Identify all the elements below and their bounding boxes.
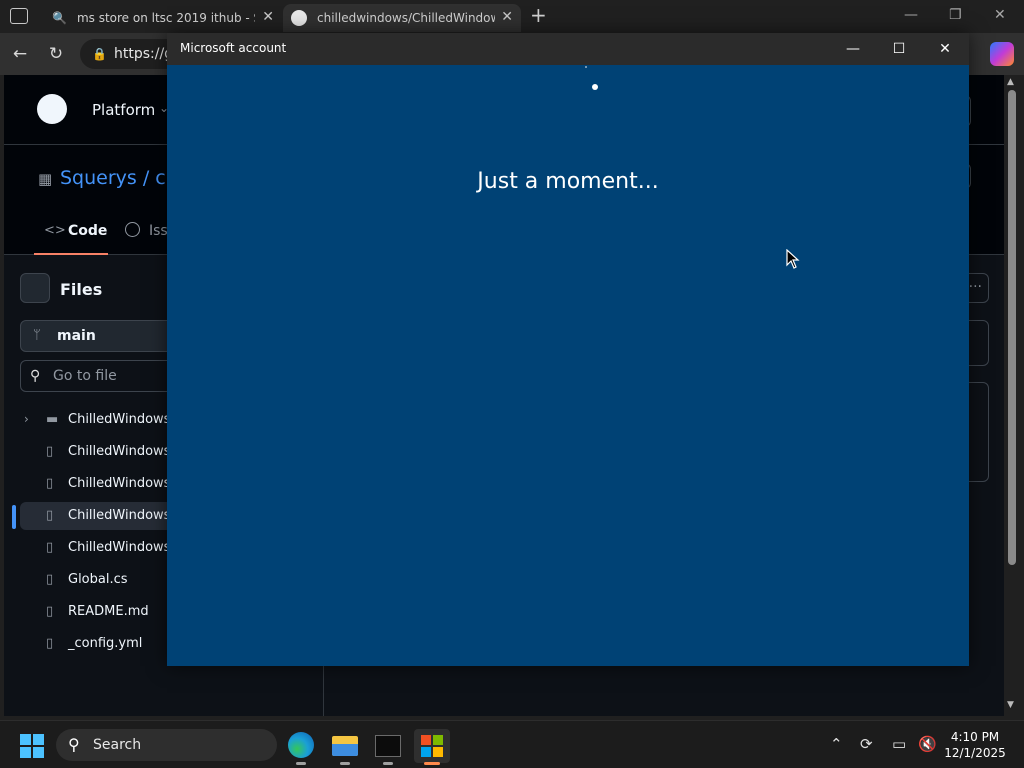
url-text: https://g <box>114 46 174 62</box>
edge-icon[interactable] <box>283 729 319 765</box>
search-icon: ⚲ <box>30 368 41 384</box>
branch-name: main <box>57 328 96 344</box>
microsoft-account-dialog: Microsoft account — ☐ ✕ Just a moment... <box>167 33 969 666</box>
close-tab-icon[interactable]: ✕ <box>262 9 274 25</box>
file-tree-item[interactable]: ▬ ChilledWindows <box>44 406 170 434</box>
taskbar: ⚲ Search ⌃ ⟳ ▭ 🔇 4:10 PM 12/1/2025 <box>0 720 1024 768</box>
repo-icon: ▦ <box>38 170 53 188</box>
file-tree-item[interactable]: ▯ ChilledWindows <box>44 502 170 530</box>
issues-icon <box>125 222 140 237</box>
close-window-icon[interactable]: ✕ <box>994 7 1006 23</box>
file-name: ChilledWindows <box>68 508 171 523</box>
file-name: _config.yml <box>68 636 143 651</box>
minimize-icon[interactable]: — <box>904 7 918 23</box>
close-tab-icon[interactable]: ✕ <box>501 9 513 25</box>
search-icon: ⚲ <box>68 735 80 754</box>
back-icon[interactable]: ← <box>7 41 33 67</box>
network-icon[interactable]: ▭ <box>892 735 906 753</box>
volume-muted-icon[interactable]: 🔇 <box>918 735 937 753</box>
clock-date: 12/1/2025 <box>944 746 1006 760</box>
tab-title: ms store on ltsc 2019 ithub - Sear <box>76 11 255 25</box>
code-icon: <> <box>44 223 66 238</box>
browser-tab-bar: 🔍 ms store on ltsc 2019 ithub - Sear ✕ c… <box>0 0 1024 33</box>
loading-dot-icon <box>585 66 587 68</box>
file-explorer-icon[interactable] <box>327 729 363 765</box>
restore-icon[interactable]: ❐ <box>949 7 962 23</box>
taskbar-search-label: Search <box>93 737 142 753</box>
repo-title[interactable]: Squerys / ch <box>60 167 178 189</box>
chevron-right-icon[interactable]: › <box>24 412 29 426</box>
file-tree-item[interactable]: ▯ README.md <box>44 598 149 626</box>
browser-tab-search[interactable]: 🔍 ms store on ltsc 2019 ithub - Sear ✕ <box>44 4 282 32</box>
dialog-title: Microsoft account <box>180 41 287 55</box>
files-title: Files <box>60 280 103 299</box>
scroll-down-icon[interactable]: ▼ <box>1007 700 1014 710</box>
github-logo-icon[interactable] <box>37 94 67 124</box>
file-name: README.md <box>68 604 149 619</box>
file-icon: ▯ <box>46 508 54 523</box>
terminal-icon[interactable] <box>370 729 406 765</box>
platform-menu[interactable]: Platform <box>92 101 155 119</box>
file-name: ChilledWindows <box>68 476 171 491</box>
taskbar-search[interactable]: ⚲ Search <box>56 729 277 761</box>
minimize-icon[interactable]: — <box>833 37 873 61</box>
maximize-icon[interactable]: ☐ <box>879 37 919 61</box>
scroll-up-icon[interactable]: ▲ <box>1007 77 1014 87</box>
branch-icon: ᛘ <box>33 328 41 343</box>
tab-title: chilledwindows/ChilledWindows.c <box>317 11 495 25</box>
sync-icon[interactable]: ⟳ <box>860 735 873 753</box>
copilot-icon[interactable] <box>990 42 1014 66</box>
lock-icon: 🔒 <box>92 47 107 61</box>
github-icon <box>291 10 307 26</box>
clock-time: 4:10 PM <box>950 730 1000 744</box>
file-icon: ▯ <box>46 444 54 459</box>
mouse-cursor-icon <box>786 249 800 269</box>
chevron-up-icon[interactable]: ⌃ <box>830 735 843 753</box>
dialog-titlebar: Microsoft account — ☐ ✕ <box>167 33 969 65</box>
file-tree-item[interactable]: ▯ ChilledWindows <box>44 470 170 498</box>
file-icon: ▯ <box>46 636 54 651</box>
file-tree-item[interactable]: ▯ ChilledWindows <box>44 534 170 562</box>
search-icon: 🔍 <box>52 11 67 25</box>
folder-icon: ▬ <box>46 412 59 427</box>
browser-tab-github[interactable]: chilledwindows/ChilledWindows.c ✕ <box>283 4 521 32</box>
file-name: ChilledWindows <box>68 444 171 459</box>
clock[interactable]: 4:10 PM 12/1/2025 <box>940 729 1010 761</box>
new-tab-button[interactable]: + <box>530 3 547 27</box>
file-icon: ▯ <box>46 540 54 555</box>
loading-dot-icon <box>592 84 598 90</box>
tab-code[interactable]: Code <box>68 223 107 239</box>
file-tree-item[interactable]: ▯ Global.cs <box>44 566 128 594</box>
close-icon[interactable]: ✕ <box>925 37 965 61</box>
file-tree-item[interactable]: ▯ _config.yml <box>44 630 142 658</box>
windows-start-icon[interactable] <box>20 734 44 758</box>
file-icon: ▯ <box>46 476 54 491</box>
scrollbar-thumb[interactable] <box>1008 90 1016 565</box>
microsoft-store-icon[interactable] <box>414 729 450 765</box>
go-to-file-placeholder: Go to file <box>53 368 117 384</box>
collapse-panel-icon[interactable] <box>20 273 50 303</box>
file-icon: ▯ <box>46 572 54 587</box>
file-name: Global.cs <box>68 572 128 587</box>
tab-actions-icon[interactable] <box>10 8 28 24</box>
file-tree-item[interactable]: ▯ ChilledWindows <box>44 438 170 466</box>
file-name: ChilledWindows <box>68 412 171 427</box>
selected-row-marker <box>12 505 16 529</box>
refresh-icon[interactable]: ↻ <box>43 41 69 67</box>
file-name: ChilledWindows <box>68 540 171 555</box>
file-icon: ▯ <box>46 604 54 619</box>
loading-message: Just a moment... <box>477 169 659 194</box>
